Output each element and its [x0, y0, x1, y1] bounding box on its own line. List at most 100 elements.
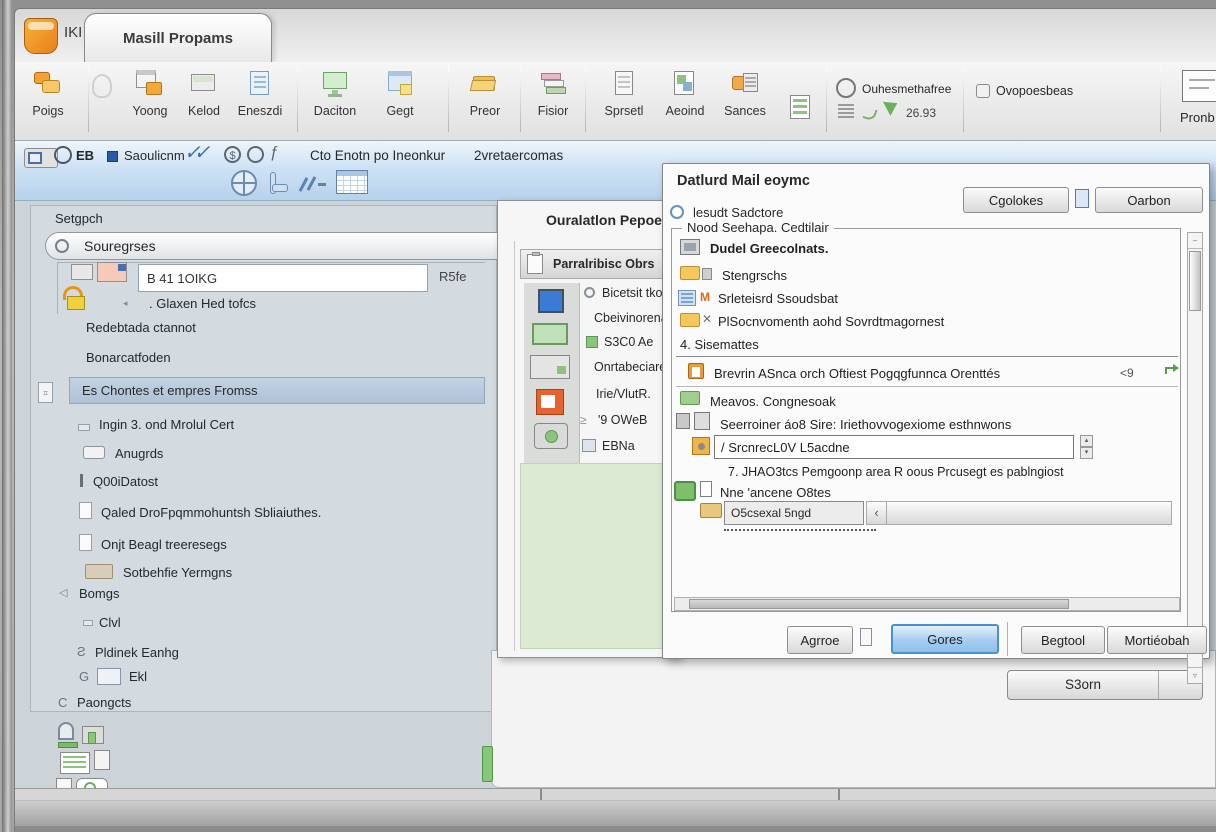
- setup-row[interactable]: Stengrschs: [722, 268, 787, 283]
- scroll-down-button[interactable]: ▿: [1188, 667, 1202, 683]
- list-item[interactable]: Anugrds: [115, 446, 163, 461]
- ribbon-button-preor[interactable]: Preor: [453, 66, 517, 138]
- horizontal-scrollbar[interactable]: ‹: [866, 501, 1172, 525]
- envelope-icon: [188, 68, 220, 100]
- blue-toolbar-accounts[interactable]: Saoulicnm: [124, 148, 185, 163]
- server-input[interactable]: [714, 435, 1074, 459]
- list-item[interactable]: Q00iDatost: [93, 474, 158, 489]
- selected-row[interactable]: Es Chontes et empres Fromss: [69, 377, 485, 404]
- properties-item[interactable]: S3C0 Ae: [604, 335, 653, 349]
- properties-item[interactable]: '9 OWeB: [598, 413, 647, 427]
- ok-button[interactable]: Gores: [891, 624, 999, 654]
- currency-icon: $: [224, 146, 241, 163]
- green-arrow-icon[interactable]: [1164, 363, 1180, 375]
- ribbon-button-pogs[interactable]: Poigs: [16, 66, 80, 138]
- properties-item[interactable]: EBNa: [602, 439, 635, 453]
- circle-icon[interactable]: [54, 146, 72, 164]
- list-item[interactable]: Clvl: [99, 615, 121, 630]
- setup-row[interactable]: Srleteisrd Ssoudsbat: [718, 291, 838, 306]
- printer-icon[interactable]: [530, 355, 570, 379]
- book-mini-icon[interactable]: [1075, 189, 1089, 208]
- apply-button[interactable]: Agrroe: [787, 626, 853, 654]
- setup-row[interactable]: Brevrin ASnca orch Oftiest Pogqgfunnca O…: [714, 366, 1000, 381]
- help-button[interactable]: Mortiéobah: [1107, 626, 1207, 654]
- scrollbar-thumb[interactable]: [1189, 251, 1201, 311]
- list-item[interactable]: . Glaxen Hed tofcs: [149, 296, 256, 311]
- status-bar-upper: [15, 788, 1216, 800]
- scrollbar-thumb[interactable]: [689, 599, 1069, 609]
- setup-row[interactable]: PlSocnvomenth aohd Sovrdtmagornest: [718, 314, 944, 329]
- device-icon-column: [524, 283, 580, 463]
- refresh-ring-icon: [670, 205, 684, 219]
- ribbon-button-fisior[interactable]: Fisior: [521, 66, 585, 138]
- margin-marker-icon: ⌗: [38, 382, 53, 403]
- signature-icon[interactable]: [300, 173, 328, 193]
- list-item[interactable]: Paongcts: [77, 695, 131, 710]
- chair-icon[interactable]: [268, 170, 290, 196]
- window-frame-left: [2, 0, 12, 832]
- green-monitor-icon[interactable]: [532, 323, 568, 345]
- printer-line: [1189, 79, 1215, 81]
- list-item[interactable]: Bonarcatfoden: [86, 350, 171, 365]
- grid-icon: [582, 439, 596, 452]
- soon-button[interactable]: S3orn: [1007, 670, 1203, 700]
- pdf-box-icon[interactable]: [536, 389, 564, 415]
- globe-icon[interactable]: [231, 170, 257, 196]
- bar-icon: [80, 474, 83, 487]
- properties-item[interactable]: Irie/VlutR.: [596, 387, 651, 401]
- expander-icon[interactable]: ◁: [59, 586, 67, 599]
- setup-row[interactable]: Seerroiner áo8 Sire: Iriethovvogexiome e…: [720, 417, 1011, 432]
- list-item[interactable]: Ingin 3. ond Mrolul Cert: [99, 417, 234, 432]
- field-chip[interactable]: O5csexal 5ngd: [724, 501, 864, 525]
- green-door: [88, 732, 96, 744]
- ribbon-button-sprsetl[interactable]: Sprsetl: [592, 66, 656, 138]
- print-button[interactable]: Pronb: [1176, 66, 1216, 138]
- ribbon-button-label: Poigs: [16, 104, 80, 118]
- table-icon[interactable]: [336, 170, 368, 194]
- list-item[interactable]: Ekl: [129, 669, 147, 684]
- list-item[interactable]: Pldinek Eanhg: [95, 645, 179, 660]
- blue-toolbar-filter[interactable]: Cto Enotn po Ineonkur: [310, 148, 445, 163]
- setup-row[interactable]: Meavos. Congnesoak: [710, 394, 836, 409]
- ribbon-button-eneszdi[interactable]: Eneszdi: [228, 66, 292, 138]
- printer-icon: [1182, 70, 1216, 102]
- window-tab-icon[interactable]: [24, 148, 58, 168]
- scroll-left-button[interactable]: ‹: [867, 502, 887, 524]
- list-item[interactable]: Bomgs: [79, 586, 119, 601]
- outbon-button[interactable]: Oarbon: [1095, 187, 1203, 213]
- blue-toolbar-view[interactable]: 2vretaercomas: [474, 148, 563, 163]
- list-item[interactable]: Onjt Beagl treeresegs: [101, 537, 227, 552]
- archive-icon[interactable]: [56, 720, 110, 750]
- blue-toolbar-badge[interactable]: EB: [76, 148, 94, 163]
- ribbon-button-sances[interactable]: Sances: [713, 66, 777, 138]
- list-item[interactable]: Redebtada ctannot: [86, 320, 196, 335]
- search-bar[interactable]: Souregrses: [45, 232, 497, 260]
- clipboard-icon: [527, 254, 543, 274]
- list-item[interactable]: Sotbehfie Yermgns: [123, 565, 232, 580]
- cd-drive-icon[interactable]: [534, 423, 568, 449]
- properties-item[interactable]: Onrtabeciare: [594, 360, 666, 374]
- catalogs-button[interactable]: Cgolokes: [963, 187, 1069, 213]
- spinner-up-button[interactable]: ▴: [1080, 435, 1093, 447]
- back-button[interactable]: Begtool: [1021, 626, 1105, 654]
- vertical-scrollbar[interactable]: – ▿: [1187, 232, 1203, 684]
- account-field[interactable]: [138, 264, 428, 292]
- setup-row[interactable]: Nne 'ancene O8tes: [720, 485, 831, 500]
- list-horizontal-scrollbar[interactable]: [674, 597, 1180, 611]
- properties-toolbar[interactable]: Parralribisc Obrs: [520, 249, 680, 279]
- properties-item[interactable]: Cbeivinorena: [594, 311, 668, 325]
- list-item[interactable]: Qaled DroFpqmmohuntsh Sbliaiuthes.: [101, 505, 321, 520]
- file-tab[interactable]: Masill Propams: [84, 13, 272, 63]
- blue-screen-icon[interactable]: [538, 289, 564, 313]
- green-base: [58, 742, 78, 748]
- setup-row[interactable]: Dudel Greecolnats.: [710, 241, 828, 256]
- scroll-up-button[interactable]: –: [1188, 233, 1202, 249]
- ribbon-button-aeoind[interactable]: Aeoind: [653, 66, 717, 138]
- spinner-down-button[interactable]: ▾: [1080, 447, 1093, 459]
- list-view-icon[interactable]: [790, 95, 810, 119]
- app-logo-icon[interactable]: [24, 18, 58, 54]
- ribbon-button-daciton[interactable]: Daciton: [303, 66, 367, 138]
- ribbon-button-kelod[interactable]: Kelod: [172, 66, 236, 138]
- notes-icon[interactable]: [60, 752, 110, 776]
- ribbon-button-gegt[interactable]: Gegt: [368, 66, 432, 138]
